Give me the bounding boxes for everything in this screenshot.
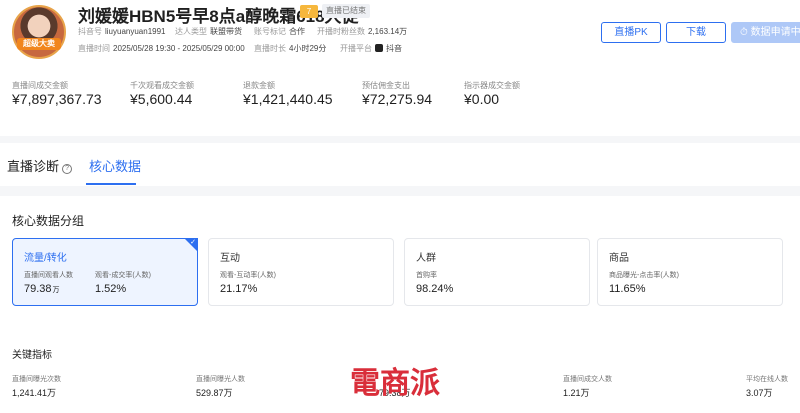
card-metric-label: 观看-互动率(人数)	[220, 272, 276, 279]
download-button[interactable]: 下载	[666, 22, 726, 43]
card-metric-label: 观看-成交率(人数)	[95, 272, 151, 279]
douyin-icon	[375, 44, 383, 52]
stat-label-gpm: 千次观看成交金额	[130, 81, 194, 90]
group-card-audience[interactable]: 人群 首购率 98.24%	[404, 238, 590, 306]
stat-label-indicator: 指示器成交金额	[464, 81, 520, 90]
key-metrics-title: 关键指标	[12, 350, 52, 361]
stat-value-indicator: ¥0.00	[464, 91, 500, 107]
tab-live-diagnosis-label: 直播诊断	[7, 159, 60, 174]
question-icon[interactable]: ?	[62, 164, 73, 174]
stat-value-refund: ¥1,421,440.45	[243, 91, 333, 107]
card-name: 互动	[220, 253, 240, 264]
stat-label-commission: 预估佣金支出	[362, 81, 410, 90]
tab-live-diagnosis[interactable]: 直播诊断?	[7, 156, 73, 175]
check-icon: ✓	[190, 239, 196, 246]
card-name: 人群	[416, 253, 436, 264]
status-badge: 直播已结束	[322, 4, 370, 18]
group-card-interaction[interactable]: 互动 观看-互动率(人数) 21.17%	[208, 238, 394, 306]
active-tab-indicator	[86, 183, 136, 185]
key-metric-label: 直播间曝光人数	[196, 376, 245, 383]
data-apply-label: 数据申请中	[750, 27, 800, 38]
watermark-logo: 電商派	[350, 366, 440, 401]
card-metric-label: 直播间观看人数	[24, 272, 73, 279]
tab-bar: 直播诊断? 核心数据	[0, 143, 800, 186]
card-metric-value: 11.65%	[609, 283, 646, 295]
level-badge: 7	[300, 5, 318, 18]
key-metric-value: 1.21万	[563, 388, 590, 398]
avatar-badge: 超级大卖	[17, 38, 61, 50]
stat-label-refund: 退款金额	[243, 81, 275, 90]
meta-platform: 开播平台 抖音	[340, 44, 402, 53]
card-metric-value: 21.17%	[220, 283, 258, 295]
tab-core-data[interactable]: 核心数据	[89, 156, 141, 175]
meta-live-time: 直播时间 2025/05/28 19:30 - 2025/05/29 00:00	[78, 44, 245, 53]
meta-talent-type: 达人类型 联盟带货	[175, 27, 242, 36]
card-name: 商品	[609, 253, 629, 264]
card-name: 流量/转化	[24, 253, 67, 264]
stat-value-gpm: ¥5,600.44	[130, 91, 193, 107]
data-apply-button[interactable]: ⏱ 数据申请中	[731, 22, 800, 43]
group-card-traffic[interactable]: ✓ 流量/转化 直播间观看人数 79.38万 观看-成交率(人数) 1.52%	[12, 238, 198, 306]
avatar[interactable]	[12, 5, 66, 59]
card-metric-value: 79.38万	[24, 283, 60, 295]
key-metric-label: 直播间成交人数	[563, 376, 612, 383]
meta-fans: 开播时粉丝数 2,163.14万	[317, 27, 408, 36]
group-card-product[interactable]: 商品 商品曝光-点击率(人数) 11.65%	[597, 238, 783, 306]
meta-douyin-id: 抖音号 liuyuanyuan1991	[78, 27, 166, 36]
key-metric-label: 平均在线人数	[746, 376, 788, 383]
card-metric-value: 98.24%	[416, 283, 454, 295]
card-metric-value: 1.52%	[95, 283, 127, 295]
stat-value-commission: ¥72,275.94	[362, 91, 433, 107]
meta-duration: 直播时长 4小时29分	[254, 44, 327, 53]
section-title: 核心数据分组	[12, 214, 85, 228]
key-metric-value: 1,241.41万	[12, 388, 57, 398]
card-metric-label: 商品曝光-点击率(人数)	[609, 272, 679, 279]
meta-account-tag: 账号标记 合作	[254, 27, 305, 36]
key-metric-value: 3.07万	[746, 388, 773, 398]
live-header: 超级大卖 刘媛媛HBN5号早8点a醇晚霜618大促 7 直播已结束 抖音号 liu…	[0, 0, 800, 136]
card-metric-label: 首购率	[416, 272, 437, 279]
key-metric-label: 直播间曝光次数	[12, 376, 61, 383]
key-metric-value: 529.87万	[196, 388, 233, 398]
stat-label-gmv: 直播间成交金额	[12, 81, 68, 90]
live-pk-button[interactable]: 直播PK	[601, 22, 661, 43]
stat-value-gmv: ¥7,897,367.73	[12, 91, 102, 107]
